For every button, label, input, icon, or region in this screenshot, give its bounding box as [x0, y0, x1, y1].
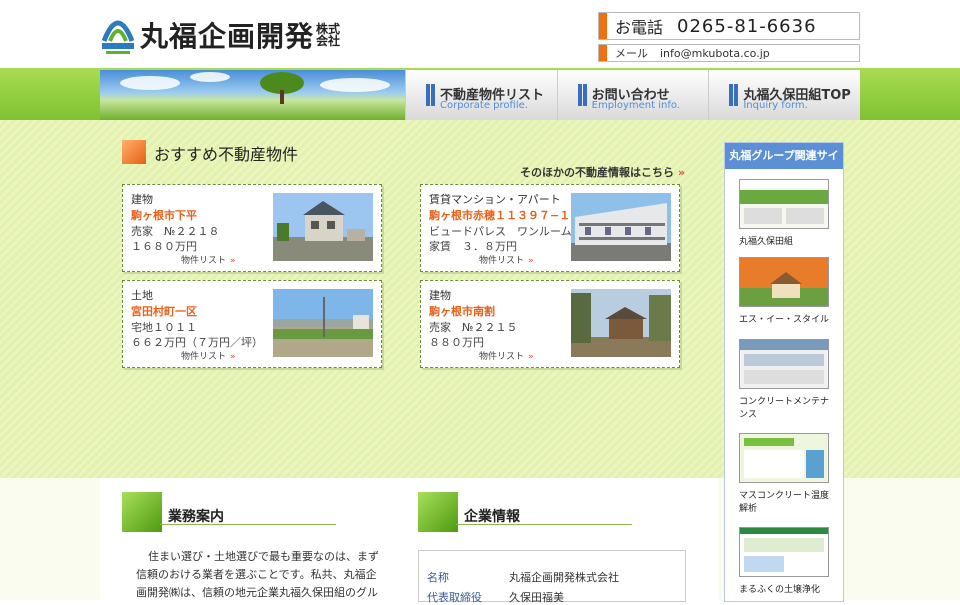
property-detail: 売家 №２２１８ [131, 225, 220, 238]
sidebar-link-kubota[interactable]: 丸福久保田組 [739, 179, 831, 249]
sidebar-caption: 丸福久保田組 [739, 237, 794, 247]
sidebar-link-soil-remediation[interactable]: まるふくの土壌浄化 [739, 527, 831, 597]
company-info-table: 名称 丸福企画開発株式会社 代表取締役 久保田福美 [418, 550, 686, 605]
logo-text: 丸福企画開発 [140, 20, 315, 53]
business-title: 業務案内 [168, 509, 224, 525]
site-thumbnail [739, 339, 829, 389]
company-row: 代表取締役 久保田福美 [427, 589, 564, 605]
chevron-right-icon: » [528, 352, 534, 362]
property-location: 駒ヶ根市下平 [131, 209, 197, 222]
land-photo [273, 289, 373, 357]
property-type: 建物 [131, 193, 153, 206]
sidebar-link-mass-concrete[interactable]: マスコンクリート温度解析 [739, 433, 831, 516]
mail-accent-bar [599, 45, 607, 61]
section-cube-icon [122, 492, 162, 532]
phone-accent-bar [599, 13, 607, 39]
phone-number: 0265-81-6636 [677, 15, 817, 37]
nav-sublabel: Corporate profile. [440, 100, 528, 111]
logo-sub: 株式 会社 [316, 23, 340, 47]
site-thumbnail [739, 179, 829, 229]
property-list-link[interactable]: 物件リスト» [479, 349, 534, 362]
house-photo [273, 193, 373, 261]
nav-contact[interactable]: お問い合わせ Employment info. [556, 70, 709, 120]
property-detail: 売家 №２２１５ [429, 321, 518, 334]
section-divider [456, 524, 632, 525]
site-thumbnail [739, 527, 829, 577]
sidebar-caption: マスコンクリート温度解析 [739, 491, 830, 514]
company-row: 名称 丸福企画開発株式会社 [427, 569, 619, 585]
property-card[interactable]: 建物 駒ヶ根市下平 売家 №２２１８ １６８０万円 物件リスト» [122, 184, 382, 272]
phone-box: お電話 0265-81-6636 [598, 12, 860, 40]
sidebar-link-concrete-maintenance[interactable]: コンクリートメンテナンス [739, 339, 831, 422]
logo-sub-2: 会社 [316, 34, 341, 48]
property-list-link[interactable]: 物件リスト» [181, 253, 236, 266]
cabin-photo [571, 289, 671, 357]
company-value: 久保田福美 [509, 591, 564, 604]
property-type: 建物 [429, 289, 451, 302]
chevron-right-icon: » [528, 256, 534, 266]
link-text: 物件リスト [479, 352, 525, 362]
sidebar-link-se-style[interactable]: エス・イー・スタイル [739, 257, 831, 327]
property-list-link[interactable]: 物件リスト» [479, 253, 534, 266]
more-link-text: そのほかの不動産情報はこちら [520, 166, 674, 179]
company-title: 企業情報 [464, 509, 520, 525]
property-type: 賃貸マンション・アパート [429, 193, 561, 206]
section-cube-icon [418, 492, 458, 532]
section-cube-icon [122, 140, 146, 164]
nav-property-list[interactable]: 不動産物件リスト Corporate profile. [405, 70, 557, 120]
sidebar-caption: コンクリートメンテナンス [739, 397, 830, 420]
company-key: 代表取締役 [427, 591, 482, 604]
chevron-right-icon: » [230, 352, 236, 362]
nav-stripe-icon [729, 84, 734, 106]
property-price: ６６２万円（７万円／坪） [131, 336, 263, 349]
link-text: 物件リスト [479, 256, 525, 266]
phone-label: お電話 [615, 18, 664, 37]
mail-address-link[interactable]: info@mkubota.co.jp [660, 47, 770, 60]
site-logo[interactable]: 丸福企画開発 株式 会社 [100, 10, 340, 60]
mail-box: メール info@mkubota.co.jp [598, 44, 860, 62]
property-price: 家賃 ３．８万円 [429, 240, 517, 253]
featured-title: おすすめ不動産物件 [154, 145, 299, 164]
section-divider [160, 524, 336, 525]
property-location: 駒ヶ根市赤穂１１３９７−１ [429, 209, 571, 222]
site-thumbnail [739, 433, 829, 483]
main-nav: 不動産物件リスト Corporate profile. お問い合わせ Emplo… [405, 70, 861, 120]
property-location: 宮田村町一区 [131, 305, 197, 318]
mail-label: メール [615, 47, 648, 60]
more-properties-link[interactable]: そのほかの不動産情報はこちら » [520, 164, 685, 180]
logo-mark-icon [100, 11, 136, 59]
nav-sublabel: Inquiry form. [743, 100, 808, 111]
property-type: 土地 [131, 289, 153, 302]
chevron-right-icon: » [678, 166, 686, 179]
nav-stripe-icon [426, 84, 430, 106]
property-location: 駒ヶ根市南割 [429, 305, 495, 318]
group-sites-sidebar: 丸福グループ関連サイト 丸福久保田組 エス・イー・スタイル コンクリートメンテナ… [724, 142, 844, 602]
property-card[interactable]: 賃貸マンション・アパート 駒ヶ根市赤穂１１３９７−１ ビュードパレス ワンルーム… [420, 184, 680, 272]
chevron-right-icon: » [230, 256, 236, 266]
site-thumbnail [739, 257, 829, 307]
property-price: １６８０万円 [131, 240, 197, 253]
property-detail: 宅地１０１１ [131, 321, 197, 334]
property-card[interactable]: 土地 宮田村町一区 宅地１０１１ ６６２万円（７万円／坪） 物件リスト» [122, 280, 382, 368]
nav-stripe-icon [577, 84, 582, 106]
company-key: 名称 [427, 571, 449, 584]
sidebar-caption: エス・イー・スタイル [739, 315, 830, 325]
hero-landscape-image [100, 70, 405, 120]
nav-sublabel: Employment info. [591, 100, 680, 111]
property-detail: ビュードパレス ワンルーム [429, 225, 572, 238]
sidebar-title: 丸福グループ関連サイト [725, 143, 843, 188]
apartment-photo [571, 193, 671, 261]
nav-kubota-top[interactable]: 丸福久保田組TOP Inquiry form. [708, 70, 861, 120]
company-value: 丸福企画開発株式会社 [509, 571, 619, 584]
link-text: 物件リスト [181, 256, 227, 266]
link-text: 物件リスト [181, 352, 227, 362]
property-list-link[interactable]: 物件リスト» [181, 349, 236, 362]
property-price: ８８０万円 [429, 336, 484, 349]
property-card[interactable]: 建物 駒ヶ根市南割 売家 №２２１５ ８８０万円 物件リスト» [420, 280, 680, 368]
sidebar-caption: まるふくの土壌浄化 [739, 585, 821, 595]
business-text: 住まい選び・土地選びで最も重要なのは、まず信頼のおける業者を選ぶことです。私共、… [136, 550, 379, 599]
